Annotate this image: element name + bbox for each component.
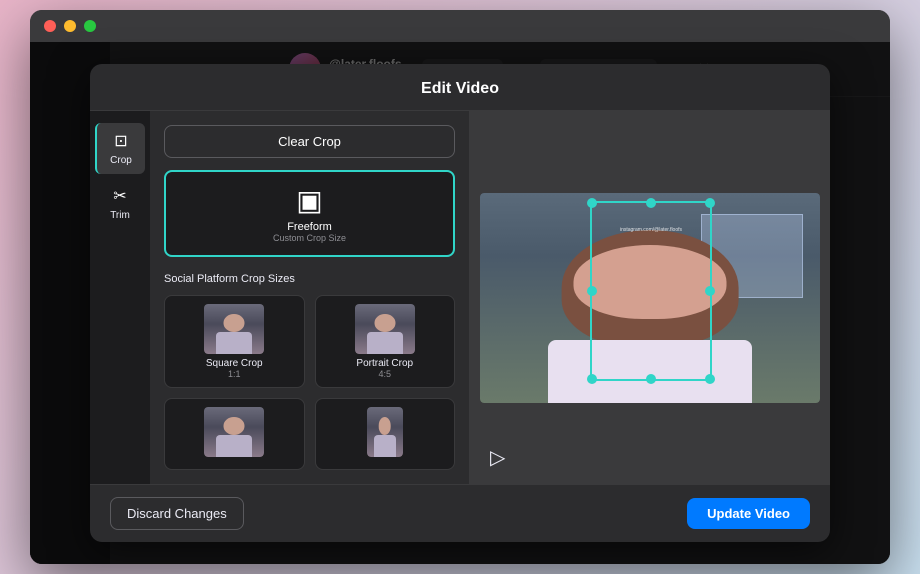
edit-video-modal: Edit Video ⊡ Crop ✂ Trim <box>90 64 830 542</box>
crop-corner-rm[interactable] <box>705 286 715 296</box>
video-area: instagram.com/@later.floofs <box>470 183 830 413</box>
square-thumb <box>204 304 264 354</box>
freeform-preset-area: ▣ Freeform Custom Crop Size <box>164 170 455 257</box>
social-card-extra1[interactable] <box>164 398 305 470</box>
crop-options-panel: Clear Crop ▣ Freeform Custom Crop Size S… <box>150 111 469 484</box>
clear-crop-button[interactable]: Clear Crop <box>164 125 455 158</box>
titlebar <box>30 10 890 42</box>
crop-corner-tl[interactable] <box>587 198 597 208</box>
freeform-sublabel: Custom Crop Size <box>273 233 346 243</box>
modal-footer: Discard Changes Update Video <box>90 484 830 542</box>
tool-item-crop[interactable]: ⊡ Crop <box>95 123 145 174</box>
discard-changes-button[interactable]: Discard Changes <box>110 497 244 530</box>
crop-corner-bl[interactable] <box>587 374 597 384</box>
freeform-icon: ▣ <box>296 184 322 217</box>
mac-window: @later.floofs Instagram Auto Publish on … <box>30 10 890 564</box>
video-preview-panel: instagram.com/@later.floofs ▷ <box>470 111 830 484</box>
crop-corner-tm[interactable] <box>646 198 656 208</box>
trim-label: Trim <box>110 210 130 221</box>
tool-sidebar: ⊡ Crop ✂ Trim <box>90 111 150 484</box>
maximize-button[interactable] <box>84 20 96 32</box>
preview-text-line1: instagram.com/@later.floofs <box>620 227 682 233</box>
social-section-title: Social Platform Crop Sizes <box>164 273 455 285</box>
minimize-button[interactable] <box>64 20 76 32</box>
crop-label: Crop <box>110 155 132 166</box>
social-presets-grid: Square Crop 1:1 Portrait Crop 4:5 <box>164 295 455 470</box>
square-crop-label: Square Crop <box>206 358 263 369</box>
social-card-portrait[interactable]: Portrait Crop 4:5 <box>315 295 456 388</box>
update-video-button[interactable]: Update Video <box>687 498 810 529</box>
crop-corner-br[interactable] <box>705 374 715 384</box>
modal-overlay: Edit Video ⊡ Crop ✂ Trim <box>30 42 890 564</box>
video-canvas: instagram.com/@later.floofs <box>480 193 820 403</box>
play-button[interactable]: ▷ <box>490 445 505 470</box>
extra1-thumb <box>204 407 264 457</box>
extra1-thumb-image <box>204 407 264 457</box>
social-card-square[interactable]: Square Crop 1:1 <box>164 295 305 388</box>
tool-item-trim[interactable]: ✂ Trim <box>95 178 145 229</box>
modal-title: Edit Video <box>421 80 499 97</box>
crop-corner-bm[interactable] <box>646 374 656 384</box>
modal-header: Edit Video <box>90 64 830 111</box>
freeform-preset-card[interactable]: ▣ Freeform Custom Crop Size <box>164 170 455 257</box>
crop-corner-lm[interactable] <box>587 286 597 296</box>
square-crop-ratio: 1:1 <box>228 369 241 379</box>
portrait-thumb-image <box>355 304 415 354</box>
portrait-thumb <box>355 304 415 354</box>
extra2-thumb-image <box>367 407 403 457</box>
left-panel: ⊡ Crop ✂ Trim Clear Crop <box>90 111 470 484</box>
crop-icon: ⊡ <box>114 131 127 151</box>
modal-body: ⊡ Crop ✂ Trim Clear Crop <box>90 111 830 484</box>
freeform-label: Freeform <box>287 221 332 233</box>
close-button[interactable] <box>44 20 56 32</box>
crop-frame[interactable]: instagram.com/@later.floofs <box>590 201 712 381</box>
social-card-extra2[interactable] <box>315 398 456 470</box>
play-controls: ▷ <box>490 445 505 470</box>
crop-corner-tr[interactable] <box>705 198 715 208</box>
portrait-crop-ratio: 4:5 <box>378 369 391 379</box>
trim-icon: ✂ <box>113 186 126 206</box>
square-thumb-image <box>204 304 264 354</box>
preview-text-overlay: instagram.com/@later.floofs <box>600 218 702 236</box>
portrait-crop-label: Portrait Crop <box>356 358 413 369</box>
extra2-thumb <box>367 407 403 457</box>
